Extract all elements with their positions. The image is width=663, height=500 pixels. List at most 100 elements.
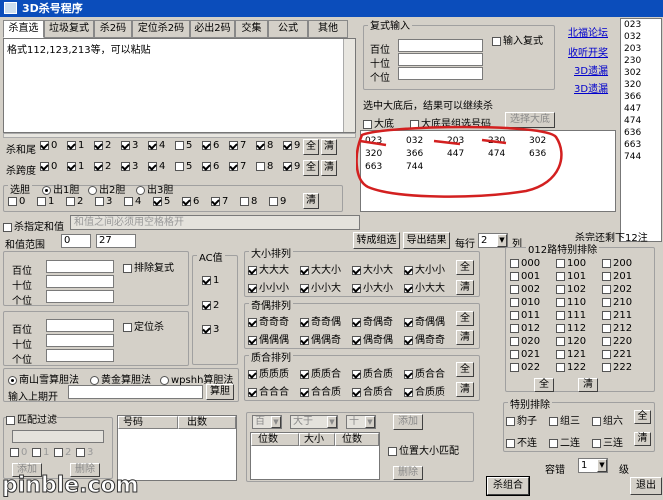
- list-item[interactable]: 032: [621, 31, 661, 43]
- match-input[interactable]: [12, 430, 104, 443]
- odd_group-0-0-box[interactable]: [248, 317, 257, 327]
- s012-0-6[interactable]: 020: [510, 336, 540, 347]
- pos-kill-check[interactable]: [123, 322, 132, 332]
- s012-2-8-box[interactable]: [602, 362, 611, 372]
- digit-choose_dan-1-box[interactable]: [37, 196, 46, 206]
- horizontal-scrollbar[interactable]: [3, 133, 356, 138]
- s012-1-3[interactable]: 110: [556, 297, 586, 308]
- digit-kill_span-1[interactable]: 1: [67, 161, 84, 172]
- special-all-button[interactable]: 全: [634, 410, 651, 424]
- s012-1-0[interactable]: 100: [556, 258, 586, 269]
- dan-radio-1[interactable]: [42, 185, 51, 195]
- digit-kill_sum-2[interactable]: 2: [94, 140, 111, 151]
- odd_group-0-2-box[interactable]: [352, 317, 361, 327]
- algo-opt-2[interactable]: 黄金算胆法: [90, 371, 151, 386]
- s012-1-5[interactable]: 112: [556, 323, 586, 334]
- pos1-tens-input[interactable]: [46, 275, 114, 288]
- list-item[interactable]: 636: [621, 127, 661, 139]
- exclude-fushi-checkbox[interactable]: 排除复式: [123, 259, 174, 274]
- prime_group-0-3[interactable]: 质合合: [404, 365, 445, 380]
- prime_group-1-0[interactable]: 合合合: [248, 383, 289, 398]
- s012-0-8[interactable]: 022: [510, 362, 540, 373]
- pos-filter-col-3[interactable]: 位数: [335, 433, 379, 446]
- dan-opt-1[interactable]: 出1胆: [42, 181, 79, 196]
- digit-choose_dan-1[interactable]: 1: [37, 196, 54, 207]
- digit-choose_dan-9[interactable]: 9: [269, 196, 286, 207]
- algo-opt-1[interactable]: 南山雪算胆法: [8, 371, 79, 386]
- special-1-1-box[interactable]: [549, 438, 558, 448]
- s012-1-1[interactable]: 101: [556, 271, 586, 282]
- size_group-1-2-box[interactable]: [352, 283, 361, 293]
- tolerance-select[interactable]: 1 ▼: [578, 458, 608, 473]
- odd-all-button[interactable]: 全: [456, 311, 474, 326]
- size_group-0-0-box[interactable]: [248, 265, 257, 275]
- kill-span-all-button[interactable]: 全: [303, 160, 319, 176]
- prime_group-1-3-box[interactable]: [404, 387, 413, 397]
- s012-1-7[interactable]: 121: [556, 349, 586, 360]
- match-num-0-box[interactable]: [10, 447, 19, 457]
- size-all-button[interactable]: 全: [456, 260, 474, 275]
- digit-kill_sum-5-box[interactable]: [175, 140, 184, 150]
- digit-kill_span-8[interactable]: 8: [256, 161, 273, 172]
- prime_group-1-1-box[interactable]: [300, 387, 309, 397]
- digit-kill_span-8-box[interactable]: [256, 161, 265, 171]
- digit-choose_dan-9-box[interactable]: [269, 196, 278, 206]
- s012-0-5-box[interactable]: [510, 323, 519, 333]
- digit-choose_dan-7[interactable]: 7: [211, 196, 228, 207]
- digit-kill_span-0[interactable]: 0: [40, 161, 57, 172]
- list-item[interactable]: 302: [621, 67, 661, 79]
- digit-kill_span-6[interactable]: 6: [202, 161, 219, 172]
- ac-3-check[interactable]: [202, 324, 211, 334]
- digit-kill_span-6-box[interactable]: [202, 161, 211, 171]
- s012-1-6-box[interactable]: [556, 336, 565, 346]
- s012-0-6-box[interactable]: [510, 336, 519, 346]
- size_group-0-3-box[interactable]: [404, 265, 413, 275]
- prime_group-1-1[interactable]: 合合质: [300, 383, 341, 398]
- prime_group-0-1[interactable]: 质质合: [300, 365, 341, 380]
- prime_group-1-2[interactable]: 合质合: [352, 383, 393, 398]
- odd_group-0-2[interactable]: 奇偶奇: [352, 313, 393, 328]
- s012-2-8[interactable]: 222: [602, 362, 632, 373]
- link-listen-draw[interactable]: 收听开奖: [568, 44, 608, 59]
- s012-0-5[interactable]: 012: [510, 323, 540, 334]
- number-input-area[interactable]: 格式112,123,213等，可以粘贴: [3, 38, 356, 133]
- ac-2[interactable]: 2: [202, 300, 219, 311]
- pos1-hundreds-input[interactable]: [46, 260, 114, 273]
- odd_group-1-0[interactable]: 偶偶偶: [248, 331, 289, 346]
- digit-choose_dan-2[interactable]: 2: [66, 196, 83, 207]
- digit-kill_span-5-box[interactable]: [175, 161, 184, 171]
- link-3d-missing-2[interactable]: 3D遗漏: [574, 80, 608, 95]
- s012-0-3-box[interactable]: [510, 297, 519, 307]
- count-col-header[interactable]: 出数: [178, 416, 236, 429]
- link-forum[interactable]: 北福论坛: [568, 24, 608, 39]
- odd_group-0-1-box[interactable]: [300, 317, 309, 327]
- size_group-1-3[interactable]: 小大大: [404, 279, 445, 294]
- s012-2-4-box[interactable]: [602, 310, 611, 320]
- digit-kill_sum-9[interactable]: 9: [283, 140, 300, 151]
- kill-span-clear-button[interactable]: 清: [321, 160, 337, 176]
- calc-dan-button[interactable]: 算胆: [206, 384, 234, 400]
- odd_group-1-2[interactable]: 偶奇偶: [352, 331, 393, 346]
- digit-choose_dan-8[interactable]: 8: [240, 196, 257, 207]
- s012-2-3[interactable]: 210: [602, 297, 632, 308]
- pos-size-match-checkbox[interactable]: 位置大小匹配: [388, 442, 459, 457]
- pos2-units-input[interactable]: [46, 349, 114, 362]
- special-0-1[interactable]: 组三: [549, 412, 580, 427]
- s012-1-8[interactable]: 122: [556, 362, 586, 373]
- pos2-hundreds-input[interactable]: [46, 319, 114, 332]
- special012-clear-button[interactable]: 清: [578, 378, 598, 392]
- digit-kill_sum-8[interactable]: 8: [256, 140, 273, 151]
- s012-0-2-box[interactable]: [510, 284, 519, 294]
- digit-kill_span-9-box[interactable]: [283, 161, 292, 171]
- size_group-1-1-box[interactable]: [300, 283, 309, 293]
- special-1-0[interactable]: 不连: [506, 434, 537, 449]
- size_group-1-3-box[interactable]: [404, 283, 413, 293]
- digit-choose_dan-0-box[interactable]: [8, 196, 17, 206]
- digit-kill_sum-1-box[interactable]: [67, 140, 76, 150]
- s012-2-5[interactable]: 212: [602, 323, 632, 334]
- digit-choose_dan-4[interactable]: 4: [124, 196, 141, 207]
- digit-kill_span-7[interactable]: 7: [229, 161, 246, 172]
- kill-value-check[interactable]: [3, 222, 12, 232]
- s012-0-7-box[interactable]: [510, 349, 519, 359]
- code-table[interactable]: 号码 出数: [117, 415, 237, 481]
